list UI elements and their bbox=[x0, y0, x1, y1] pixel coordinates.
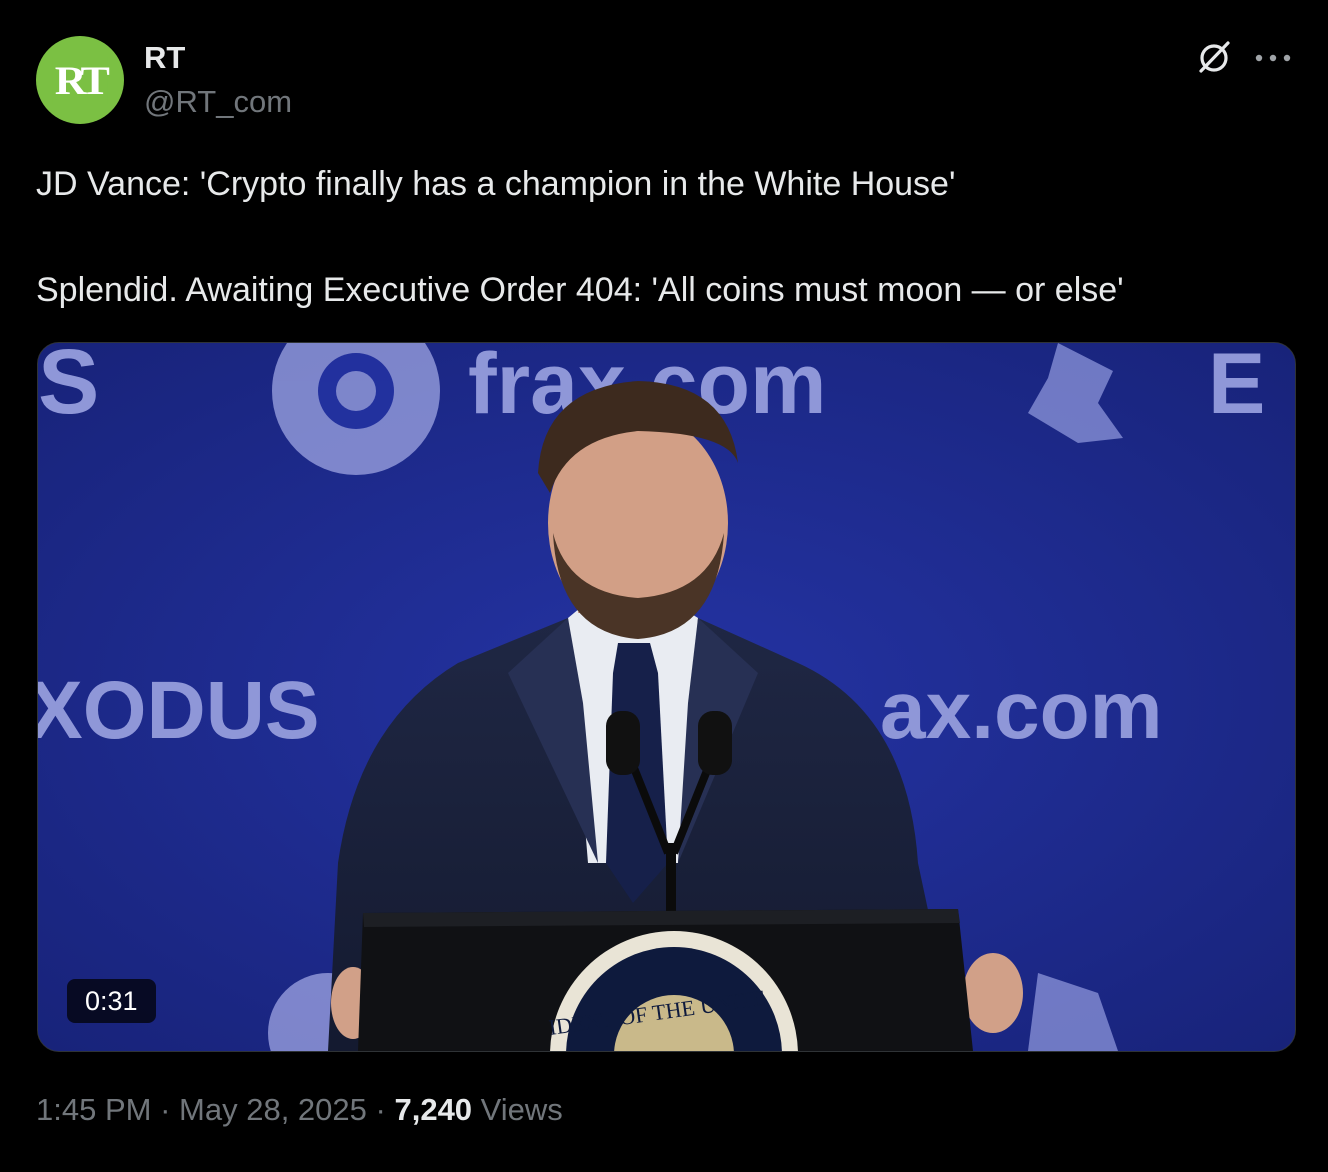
tweet-text: JD Vance: 'Crypto finally has a champion… bbox=[36, 158, 1296, 317]
tweet-meta: 1:45 PM · May 28, 2025 · 7,240 Views bbox=[36, 1092, 563, 1128]
meta-separator-1: · bbox=[160, 1092, 171, 1127]
author-name[interactable]: RT bbox=[144, 40, 185, 76]
tweet-text-line-2: Splendid. Awaiting Executive Order 404: … bbox=[36, 271, 1124, 309]
backdrop-text-mid-left: XODUS bbox=[38, 665, 320, 756]
video-frame: S frax.com E XODUS ax.com bbox=[38, 343, 1295, 1051]
avatar-logo-text: RT bbox=[52, 56, 110, 104]
video-player[interactable]: S frax.com E XODUS ax.com bbox=[37, 342, 1296, 1052]
views-label: Views bbox=[480, 1092, 563, 1127]
author-avatar[interactable]: RT bbox=[36, 36, 124, 124]
tweet-date[interactable]: May 28, 2025 bbox=[179, 1092, 367, 1127]
tweet-container: RT RT @RT_com JD Vance: 'Crypto finally … bbox=[0, 0, 1328, 1172]
more-options-button[interactable] bbox=[1252, 38, 1294, 78]
grok-icon bbox=[1199, 41, 1230, 73]
author-handle[interactable]: @RT_com bbox=[144, 84, 292, 120]
video-duration-badge: 0:31 bbox=[67, 979, 156, 1023]
meta-separator-2: · bbox=[375, 1092, 386, 1127]
backdrop-text-mid-right: ax.com bbox=[880, 665, 1163, 756]
tweet-time[interactable]: 1:45 PM bbox=[36, 1092, 151, 1127]
more-icon bbox=[1255, 54, 1291, 62]
views-count[interactable]: 7,240 bbox=[394, 1092, 472, 1127]
backdrop-text-top-right: E bbox=[1208, 343, 1265, 432]
backdrop-text-top-left: S bbox=[38, 343, 99, 433]
tweet-text-line-1: JD Vance: 'Crypto finally has a champion… bbox=[36, 165, 956, 203]
grok-button[interactable] bbox=[1194, 38, 1234, 78]
